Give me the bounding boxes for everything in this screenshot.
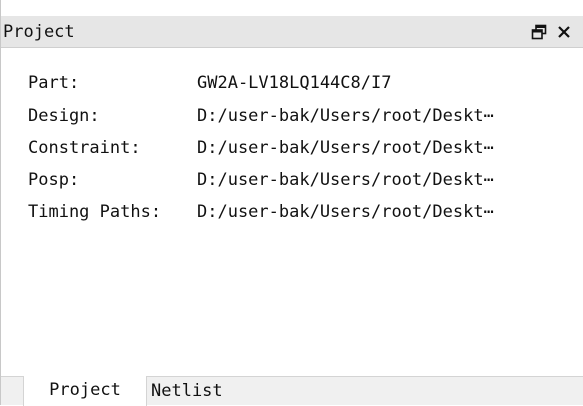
close-icon[interactable] — [554, 22, 574, 42]
float-window-icon[interactable] — [529, 22, 549, 42]
property-row-posp: Posp: D:/user-bak/Users/root/Deskt⋯ — [1, 169, 583, 191]
property-row-constraint: Constraint: D:/user-bak/Users/root/Deskt… — [1, 137, 583, 159]
panel-title: Project — [3, 22, 75, 42]
property-label: Constraint: — [28, 138, 141, 158]
close-glyph — [558, 26, 570, 38]
panel-tab-bar: Project Netlist — [1, 376, 583, 406]
panel-titlebar: Project — [1, 16, 583, 48]
tab-netlist[interactable]: Netlist — [147, 377, 261, 406]
project-properties: Part: GW2A-LV18LQ144C8/I7 Design: D:/use… — [1, 48, 583, 376]
tab-project[interactable]: Project — [23, 376, 147, 406]
property-label: Timing Paths: — [28, 202, 162, 222]
float-window-glyph — [531, 24, 547, 40]
property-row-design: Design: D:/user-bak/Users/root/Deskt⋯ — [1, 105, 583, 127]
property-value: D:/user-bak/Users/root/Deskt⋯ — [197, 138, 494, 158]
property-label: Posp: — [28, 170, 80, 190]
property-value: GW2A-LV18LQ144C8/I7 — [197, 73, 392, 93]
property-value: D:/user-bak/Users/root/Deskt⋯ — [197, 170, 494, 190]
property-row-timing-paths: Timing Paths: D:/user-bak/Users/root/Des… — [1, 201, 583, 223]
project-panel: Project Part: GW2A-LV18LQ144C8/I7 Design… — [0, 0, 583, 406]
property-label: Part: — [28, 73, 80, 93]
property-value: D:/user-bak/Users/root/Deskt⋯ — [197, 202, 494, 222]
property-value: D:/user-bak/Users/root/Deskt⋯ — [197, 106, 494, 126]
property-label: Design: — [28, 106, 100, 126]
property-row-part: Part: GW2A-LV18LQ144C8/I7 — [1, 72, 583, 94]
